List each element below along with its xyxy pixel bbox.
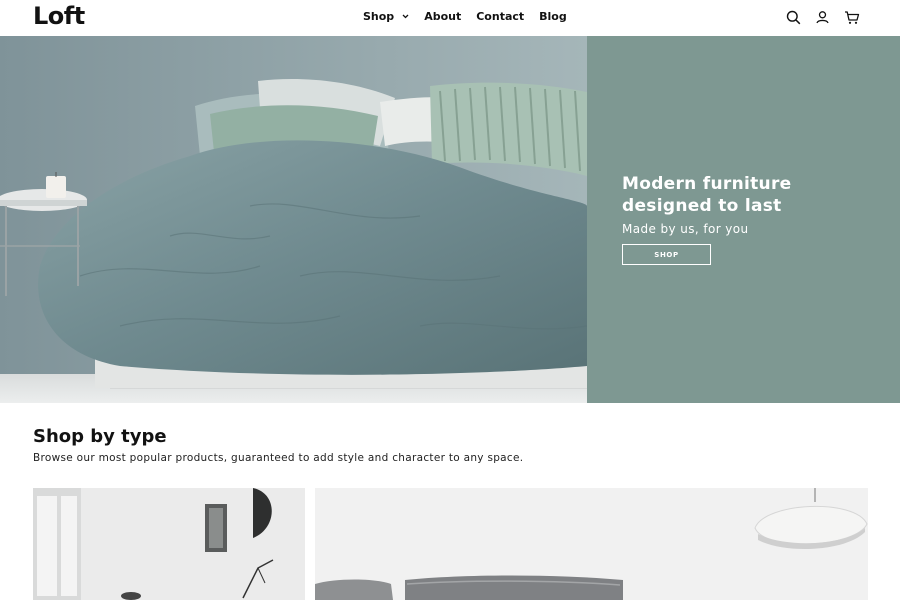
category-card-living-room[interactable]: [33, 488, 305, 600]
chevron-down-icon: [402, 14, 409, 19]
hero-image-bed: [0, 36, 587, 403]
nav-item-about[interactable]: About: [424, 10, 461, 23]
section-title: Shop by type: [33, 426, 167, 447]
main-nav: Shop About Contact Blog: [363, 10, 567, 23]
section-description: Browse our most popular products, guaran…: [33, 452, 524, 464]
search-icon[interactable]: [785, 9, 802, 26]
hero-banner: Modern furniture designed to last Made b…: [0, 36, 900, 403]
nav-item-shop-label: Shop: [363, 10, 395, 23]
nav-item-about-label: About: [424, 10, 462, 23]
category-card-bedroom[interactable]: [315, 488, 868, 600]
header-actions: [785, 9, 860, 26]
hero-title: Modern furniture designed to last: [622, 174, 792, 216]
site-header: Loft Shop About Contact Blog: [0, 0, 900, 36]
nav-item-blog-label: Blog: [539, 10, 567, 23]
account-icon[interactable]: [814, 9, 831, 26]
nav-item-contact-label: Contact: [476, 10, 525, 23]
hero-content-panel: Modern furniture designed to last Made b…: [587, 36, 900, 403]
site-logo[interactable]: Loft: [33, 2, 85, 30]
hero-subtitle: Made by us, for you: [622, 222, 749, 236]
hero-shop-button[interactable]: SHOP: [622, 244, 711, 265]
nav-item-shop[interactable]: Shop: [363, 10, 409, 23]
cart-icon[interactable]: [843, 9, 860, 26]
nav-item-blog[interactable]: Blog: [539, 10, 567, 23]
nav-item-contact[interactable]: Contact: [476, 10, 524, 23]
